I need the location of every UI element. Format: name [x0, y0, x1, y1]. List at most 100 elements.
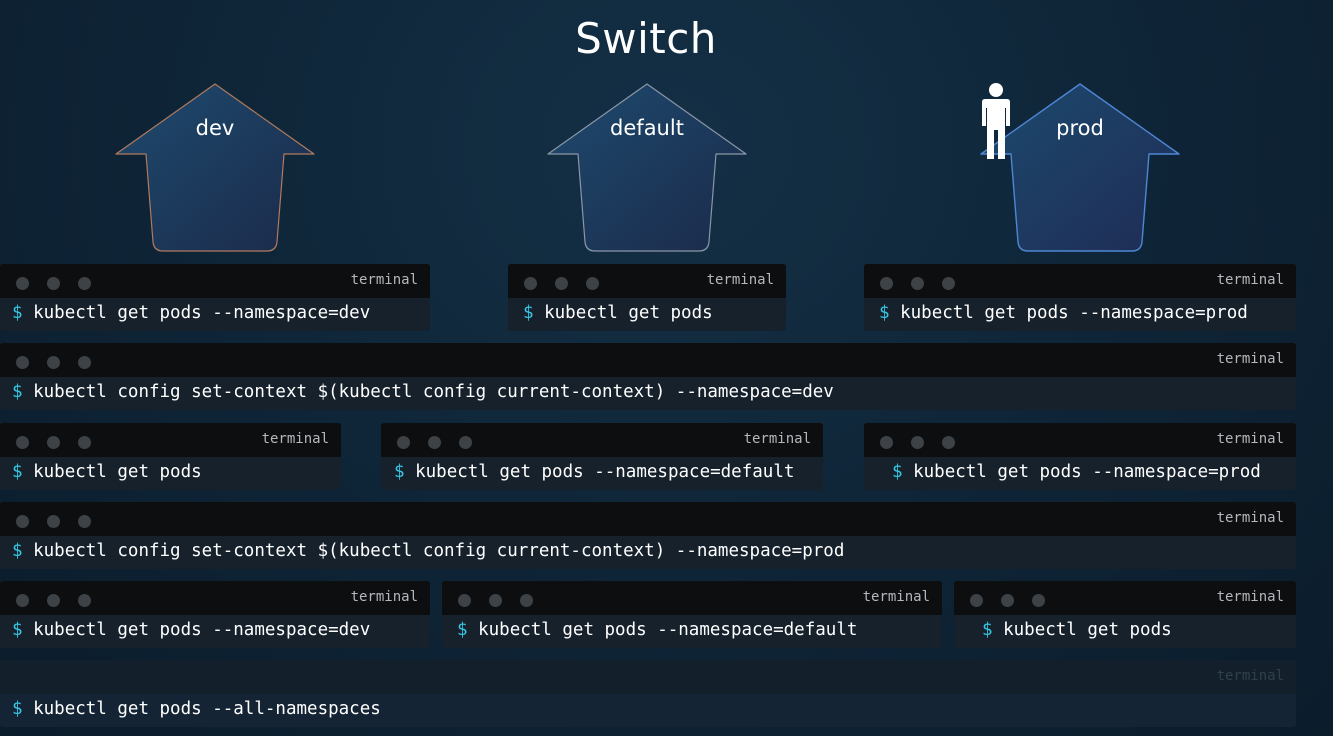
prompt-symbol: $	[523, 303, 534, 323]
prompt-symbol: $	[12, 462, 23, 482]
terminal-title: terminal	[706, 272, 774, 288]
window-dot	[586, 277, 599, 290]
window-dot	[428, 436, 441, 449]
window-dot	[880, 277, 893, 290]
slide-title: Switch	[575, 14, 717, 63]
window-dots	[16, 594, 91, 607]
prompt-symbol: $	[892, 462, 903, 482]
command-line: $ kubectl config set-context $(kubectl c…	[12, 541, 844, 561]
terminal-title: terminal	[862, 589, 930, 605]
terminal-titlebar: terminal	[954, 581, 1296, 615]
window-dots	[397, 436, 472, 449]
namespace-label-default: default	[610, 116, 684, 140]
namespace-default: default	[546, 82, 748, 254]
terminal-title: terminal	[261, 431, 329, 447]
window-dots	[970, 594, 1045, 607]
terminal-titlebar: terminal	[0, 264, 430, 298]
prompt-symbol: $	[12, 541, 23, 561]
window-dot	[47, 436, 60, 449]
terminal-window[interactable]: terminal $ kubectl get pods --namespace=…	[864, 264, 1296, 331]
command-line: $ kubectl get pods	[12, 462, 202, 482]
command-text: kubectl get pods --namespace=prod	[913, 462, 1261, 482]
command-text: kubectl get pods	[544, 303, 713, 323]
window-dots	[16, 277, 91, 290]
terminal-titlebar: terminal	[0, 581, 430, 615]
prompt-symbol: $	[394, 462, 405, 482]
command-text: kubectl get pods	[1003, 620, 1172, 640]
terminal-titlebar: terminal	[864, 264, 1296, 298]
command-line: $ kubectl get pods	[523, 303, 713, 323]
window-dot	[78, 356, 91, 369]
terminal-window[interactable]: terminal $ kubectl get pods --all-namesp…	[0, 660, 1296, 727]
terminal-title: terminal	[1216, 668, 1284, 684]
command-text: kubectl config set-context $(kubectl con…	[33, 382, 834, 402]
terminal-window[interactable]: terminal $ kubectl get pods --namespace=…	[381, 423, 823, 490]
window-dot	[16, 594, 29, 607]
window-dot	[911, 277, 924, 290]
command-line: $ kubectl get pods --namespace=default	[457, 620, 857, 640]
window-dots	[880, 436, 955, 449]
window-dot	[397, 436, 410, 449]
command-text: kubectl get pods --namespace=default	[478, 620, 858, 640]
window-dot	[524, 277, 537, 290]
window-dot	[78, 436, 91, 449]
window-dot	[459, 436, 472, 449]
window-dot	[458, 594, 471, 607]
command-text: kubectl get pods --namespace=dev	[33, 620, 371, 640]
window-dots	[458, 594, 533, 607]
prompt-symbol: $	[879, 303, 890, 323]
window-dot	[16, 277, 29, 290]
terminal-window[interactable]: terminal $ kubectl get pods --namespace=…	[0, 581, 430, 648]
window-dot	[520, 594, 533, 607]
terminal-titlebar: terminal	[442, 581, 942, 615]
window-dot	[489, 594, 502, 607]
house-shape-dev	[115, 83, 315, 252]
window-dots	[16, 515, 91, 528]
terminal-titlebar: terminal	[0, 660, 1296, 694]
namespace-prod: prod	[979, 82, 1181, 254]
window-dot	[78, 594, 91, 607]
terminal-titlebar: terminal	[508, 264, 786, 298]
command-text: kubectl get pods --all-namespaces	[33, 699, 381, 719]
window-dot	[47, 515, 60, 528]
terminal-title: terminal	[1216, 589, 1284, 605]
terminal-titlebar: terminal	[0, 423, 341, 457]
window-dot	[47, 356, 60, 369]
command-text: kubectl get pods --namespace=prod	[900, 303, 1248, 323]
prompt-symbol: $	[457, 620, 468, 640]
window-dot	[942, 277, 955, 290]
prompt-symbol: $	[982, 620, 993, 640]
terminal-title: terminal	[1216, 510, 1284, 526]
window-dot	[16, 356, 29, 369]
terminal-window[interactable]: terminal $ kubectl get pods --namespace=…	[864, 423, 1296, 490]
window-dot	[47, 277, 60, 290]
command-line: $ kubectl get pods	[982, 620, 1172, 640]
terminal-window[interactable]: terminal $ kubectl get pods --namespace=…	[0, 264, 430, 331]
command-text: kubectl get pods	[33, 462, 202, 482]
terminal-titlebar: terminal	[0, 343, 1296, 377]
terminal-window[interactable]: terminal $ kubectl get pods --namespace=…	[442, 581, 942, 648]
terminal-title: terminal	[350, 272, 418, 288]
terminal-title: terminal	[743, 431, 811, 447]
terminal-window[interactable]: terminal $ kubectl get pods	[508, 264, 786, 331]
window-dot	[880, 436, 893, 449]
window-dot	[970, 594, 983, 607]
house-shape-default	[547, 83, 747, 252]
terminal-window[interactable]: terminal $ kubectl get pods	[954, 581, 1296, 648]
window-dots	[16, 356, 91, 369]
terminal-window[interactable]: terminal $ kubectl get pods	[0, 423, 341, 490]
prompt-symbol: $	[12, 382, 23, 402]
command-line: $ kubectl get pods --namespace=dev	[12, 303, 370, 323]
terminal-window[interactable]: terminal $ kubectl config set-context $(…	[0, 502, 1296, 569]
window-dot	[47, 594, 60, 607]
terminal-title: terminal	[1216, 431, 1284, 447]
window-dot	[16, 436, 29, 449]
window-dot	[555, 277, 568, 290]
window-dot	[78, 277, 91, 290]
window-dot	[911, 436, 924, 449]
command-line: $ kubectl get pods --namespace=dev	[12, 620, 370, 640]
command-text: kubectl get pods --namespace=default	[415, 462, 795, 482]
person-icon	[982, 83, 1010, 159]
window-dots	[880, 277, 955, 290]
terminal-window[interactable]: terminal $ kubectl config set-context $(…	[0, 343, 1296, 410]
